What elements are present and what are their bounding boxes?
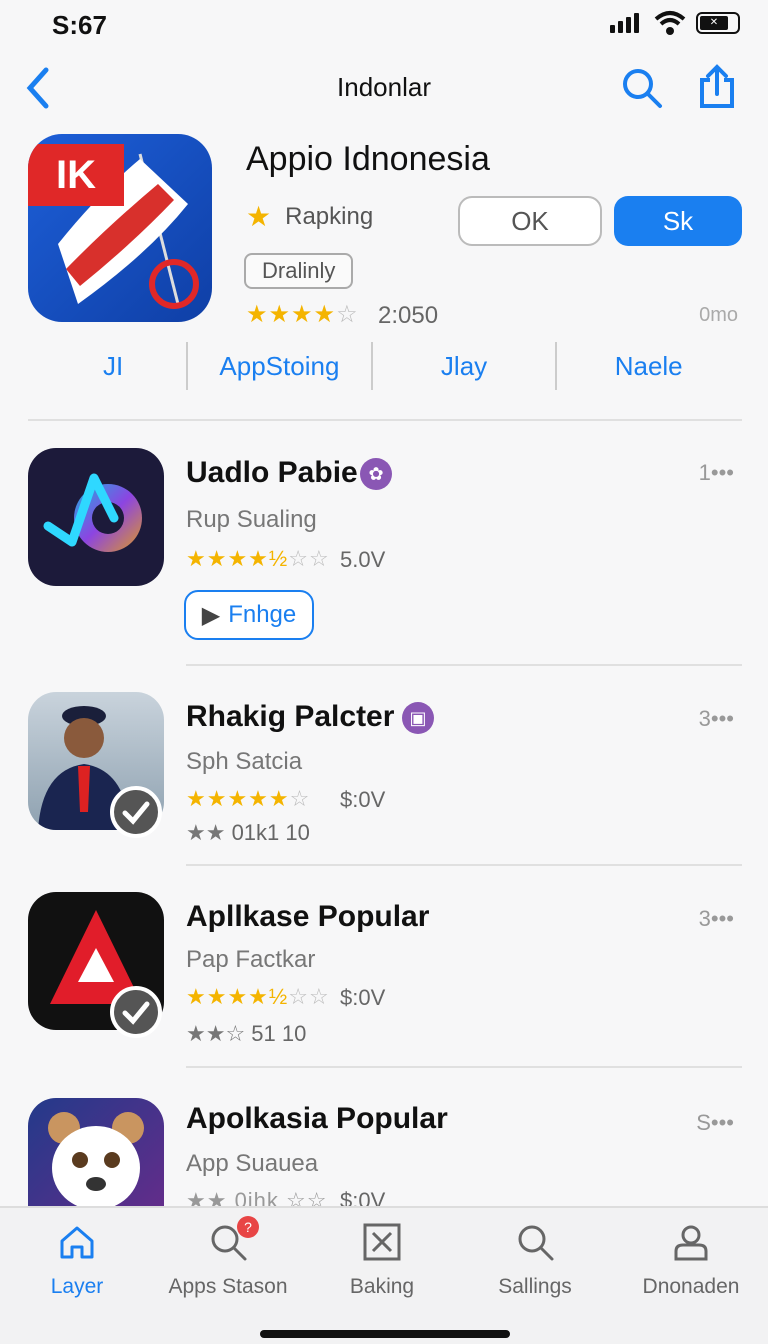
app-rating: $:0V — [340, 1188, 386, 1206]
tab-apps-stason-label: Apps Stason — [168, 1275, 288, 1298]
notification-badge: ? — [237, 1216, 259, 1238]
bear-mascot-icon — [48, 1112, 144, 1206]
home-indicator — [260, 1330, 510, 1338]
person-icon — [674, 1225, 708, 1261]
close-box-icon — [363, 1223, 401, 1261]
tab-dnonaden-label: Dnonaden — [642, 1275, 740, 1298]
search-icon — [518, 1225, 554, 1261]
tab-layer-label: Layer — [50, 1275, 104, 1298]
app-developer: App Suauea — [186, 1150, 319, 1177]
tab-dnonaden[interactable]: Dnonaden — [616, 1222, 766, 1299]
list-item[interactable]: Apolkasia Popular App Suauea ★★ 0ihk ☆☆ … — [0, 0, 768, 1206]
app-rank: S••• — [696, 1110, 734, 1135]
app-stars: ★★ 0ihk ☆☆ — [186, 1188, 327, 1206]
tab-sallings[interactable]: Sallings — [460, 1222, 610, 1299]
app-icon[interactable] — [28, 1098, 164, 1206]
app-name: Apolkasia Popular — [186, 1102, 448, 1135]
tab-apps-stason[interactable]: ? Apps Stason — [153, 1216, 303, 1299]
tab-sallings-label: Sallings — [498, 1275, 572, 1298]
tab-baking-label: Baking — [349, 1275, 415, 1298]
tab-layer[interactable]: Layer — [2, 1222, 152, 1299]
home-icon — [60, 1226, 94, 1259]
tab-baking[interactable]: Baking — [307, 1222, 457, 1299]
tab-bar: Layer ? Apps Stason Baking Sallings Dnon… — [0, 1206, 768, 1344]
app-downloads-value: 0ihk — [234, 1188, 279, 1206]
